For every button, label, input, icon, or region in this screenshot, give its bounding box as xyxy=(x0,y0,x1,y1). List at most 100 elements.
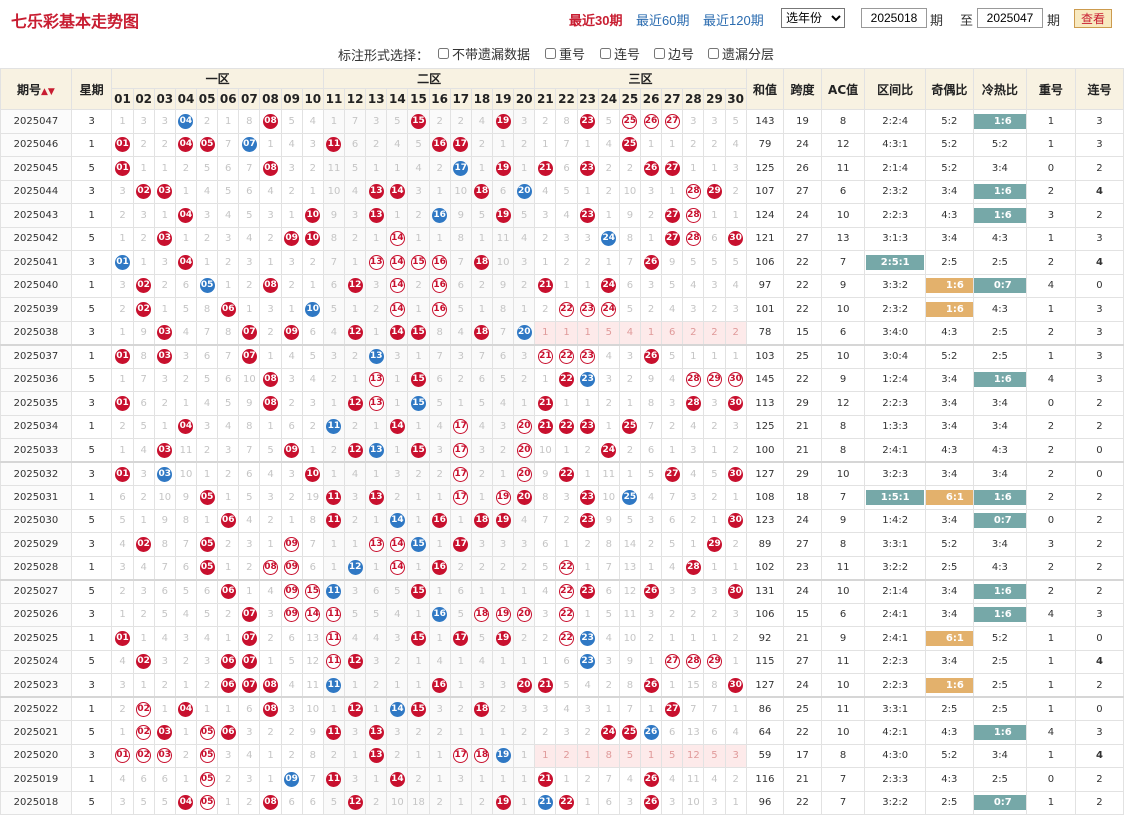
miss-cell: 3 xyxy=(724,743,747,768)
drawn-ball: 14 xyxy=(389,184,405,200)
consecutive-cell: 2 xyxy=(1074,414,1124,439)
table-row: 2025022 1 2 02 1 04 1 1 6 08 3 10 1 12 1 14 15 3 2 18 2 3 3 4 3 1… xyxy=(0,696,1124,721)
drawn-ball: 08 xyxy=(263,395,278,411)
ball-cell: 10 xyxy=(301,461,324,486)
table-row: 2025026 3 1 2 5 4 5 2 07 3 09 14 11 5 5 4 1 16 5 18 19 20 3 22 1… xyxy=(0,602,1124,627)
ball-cell: 06 xyxy=(217,673,240,698)
option-repeat-checkbox[interactable] xyxy=(545,48,556,59)
option-edge-checkbox[interactable] xyxy=(654,48,665,59)
option-consecutive[interactable]: 连号 xyxy=(600,44,640,63)
miss-cell: 3 xyxy=(111,179,134,204)
miss-cell: 4 xyxy=(618,320,642,345)
drawn-ball: 25 xyxy=(622,113,638,129)
drawn-ball: 03 xyxy=(157,184,173,200)
miss-cell: 2 xyxy=(238,790,261,815)
drawn-ball: 04 xyxy=(178,137,194,153)
miss-cell: 6 xyxy=(196,343,219,369)
to-issue-input[interactable] xyxy=(977,8,1043,28)
miss-cell: 2 xyxy=(534,720,557,745)
miss-cell: 3 xyxy=(703,273,726,298)
number-header-15: 15 xyxy=(407,88,430,110)
miss-cell: 5 xyxy=(217,391,240,416)
ball-cell: 22 xyxy=(555,297,578,322)
query-button[interactable]: 查看 xyxy=(1074,9,1112,28)
hot-cold-cell: 1:6 xyxy=(972,367,1027,392)
span-cell: 21 xyxy=(783,626,822,651)
ball-cell: 13 xyxy=(365,391,388,416)
option-no-miss-checkbox[interactable] xyxy=(438,48,449,59)
miss-cell: 4 xyxy=(111,767,134,792)
ball-cell: 11 xyxy=(322,626,346,651)
miss-cell: 2 xyxy=(534,109,557,134)
miss-cell: 2 xyxy=(682,508,705,533)
miss-cell: 3 xyxy=(682,297,705,322)
option-repeat[interactable]: 重号 xyxy=(545,44,585,63)
miss-cell: 10 xyxy=(238,367,261,392)
period-60-link[interactable]: 最近60期 xyxy=(636,10,689,29)
miss-cell: 4 xyxy=(132,438,155,463)
option-miss-layer-checkbox[interactable] xyxy=(708,48,719,59)
ac-header: AC值 xyxy=(820,68,866,110)
ball-cell: 18 xyxy=(470,743,494,768)
consecutive-cell: 2 xyxy=(1074,156,1124,181)
consecutive-cell: 3 xyxy=(1074,297,1124,322)
miss-cell: 1 xyxy=(470,485,494,510)
ball-cell: 22 xyxy=(555,578,578,604)
miss-cell: 3 xyxy=(217,226,240,251)
year-select[interactable]: 选年份 xyxy=(781,8,845,28)
hot-cold-cell: 2:5 xyxy=(972,767,1027,792)
ball-cell: 13 xyxy=(365,532,388,557)
ball-cell: 03 xyxy=(153,461,176,486)
miss-cell: 1 xyxy=(174,391,198,416)
drawn-ball: 11 xyxy=(326,654,342,670)
ball-cell: 06 xyxy=(217,649,240,674)
consecutive-cell: 3 xyxy=(1074,320,1124,345)
period-120-link[interactable]: 最近120期 xyxy=(703,10,764,29)
miss-cell: 6 xyxy=(555,649,578,674)
drawn-ball: 05 xyxy=(199,724,215,740)
drawn-ball: 29 xyxy=(706,536,722,552)
miss-cell: 4 xyxy=(386,132,409,157)
drawn-ball: 23 xyxy=(580,301,596,317)
sort-icon[interactable]: ▲▼ xyxy=(41,87,55,97)
drawn-ball: 18 xyxy=(474,254,490,270)
miss-cell: 1 xyxy=(639,649,663,674)
issue-cell: 2025027 xyxy=(0,578,72,604)
ball-cell: 03 xyxy=(153,343,176,369)
drawn-ball: 17 xyxy=(453,489,469,505)
drawn-ball: 27 xyxy=(664,207,680,223)
special-ball: 23 xyxy=(580,654,596,670)
issue-header[interactable]: 期号▲▼ xyxy=(0,68,72,110)
weekday-cell: 5 xyxy=(70,649,113,674)
option-edge[interactable]: 边号 xyxy=(654,44,694,63)
option-no-miss[interactable]: 不带遗漏数据 xyxy=(438,44,530,63)
ac-cell: 10 xyxy=(820,343,866,369)
miss-cell: 3 xyxy=(280,461,303,486)
from-issue-input[interactable] xyxy=(861,8,927,28)
miss-cell: 8 xyxy=(196,297,219,322)
issue-cell: 2025024 xyxy=(0,649,72,674)
special-ball: 15 xyxy=(411,395,426,411)
miss-cell: 4 xyxy=(301,367,324,392)
period-30-link[interactable]: 最近30期 xyxy=(569,10,622,29)
miss-cell: 2 xyxy=(280,391,303,416)
span-cell: 22 xyxy=(783,720,822,745)
miss-cell: 1 xyxy=(217,273,240,298)
ac-cell: 7 xyxy=(820,790,866,815)
issue-cell: 2025044 xyxy=(0,179,72,204)
miss-cell: 2 xyxy=(407,461,430,486)
ball-cell: 15 xyxy=(407,626,430,651)
drawn-ball: 13 xyxy=(368,748,384,764)
zone-ratio-cell: 1:2:4 xyxy=(864,367,926,392)
miss-cell: 7 xyxy=(597,767,620,792)
sum-cell: 106 xyxy=(745,602,785,627)
miss-cell: 18 xyxy=(407,790,430,815)
miss-cell: 3 xyxy=(597,367,620,392)
miss-cell: 5 xyxy=(111,508,134,533)
consecutive-header: 连号 xyxy=(1074,68,1124,110)
option-miss-layer[interactable]: 遗漏分层 xyxy=(708,44,774,63)
miss-cell: 2 xyxy=(153,391,176,416)
drawn-ball: 22 xyxy=(559,372,574,388)
miss-cell: 1 xyxy=(153,297,176,322)
option-consecutive-checkbox[interactable] xyxy=(600,48,611,59)
